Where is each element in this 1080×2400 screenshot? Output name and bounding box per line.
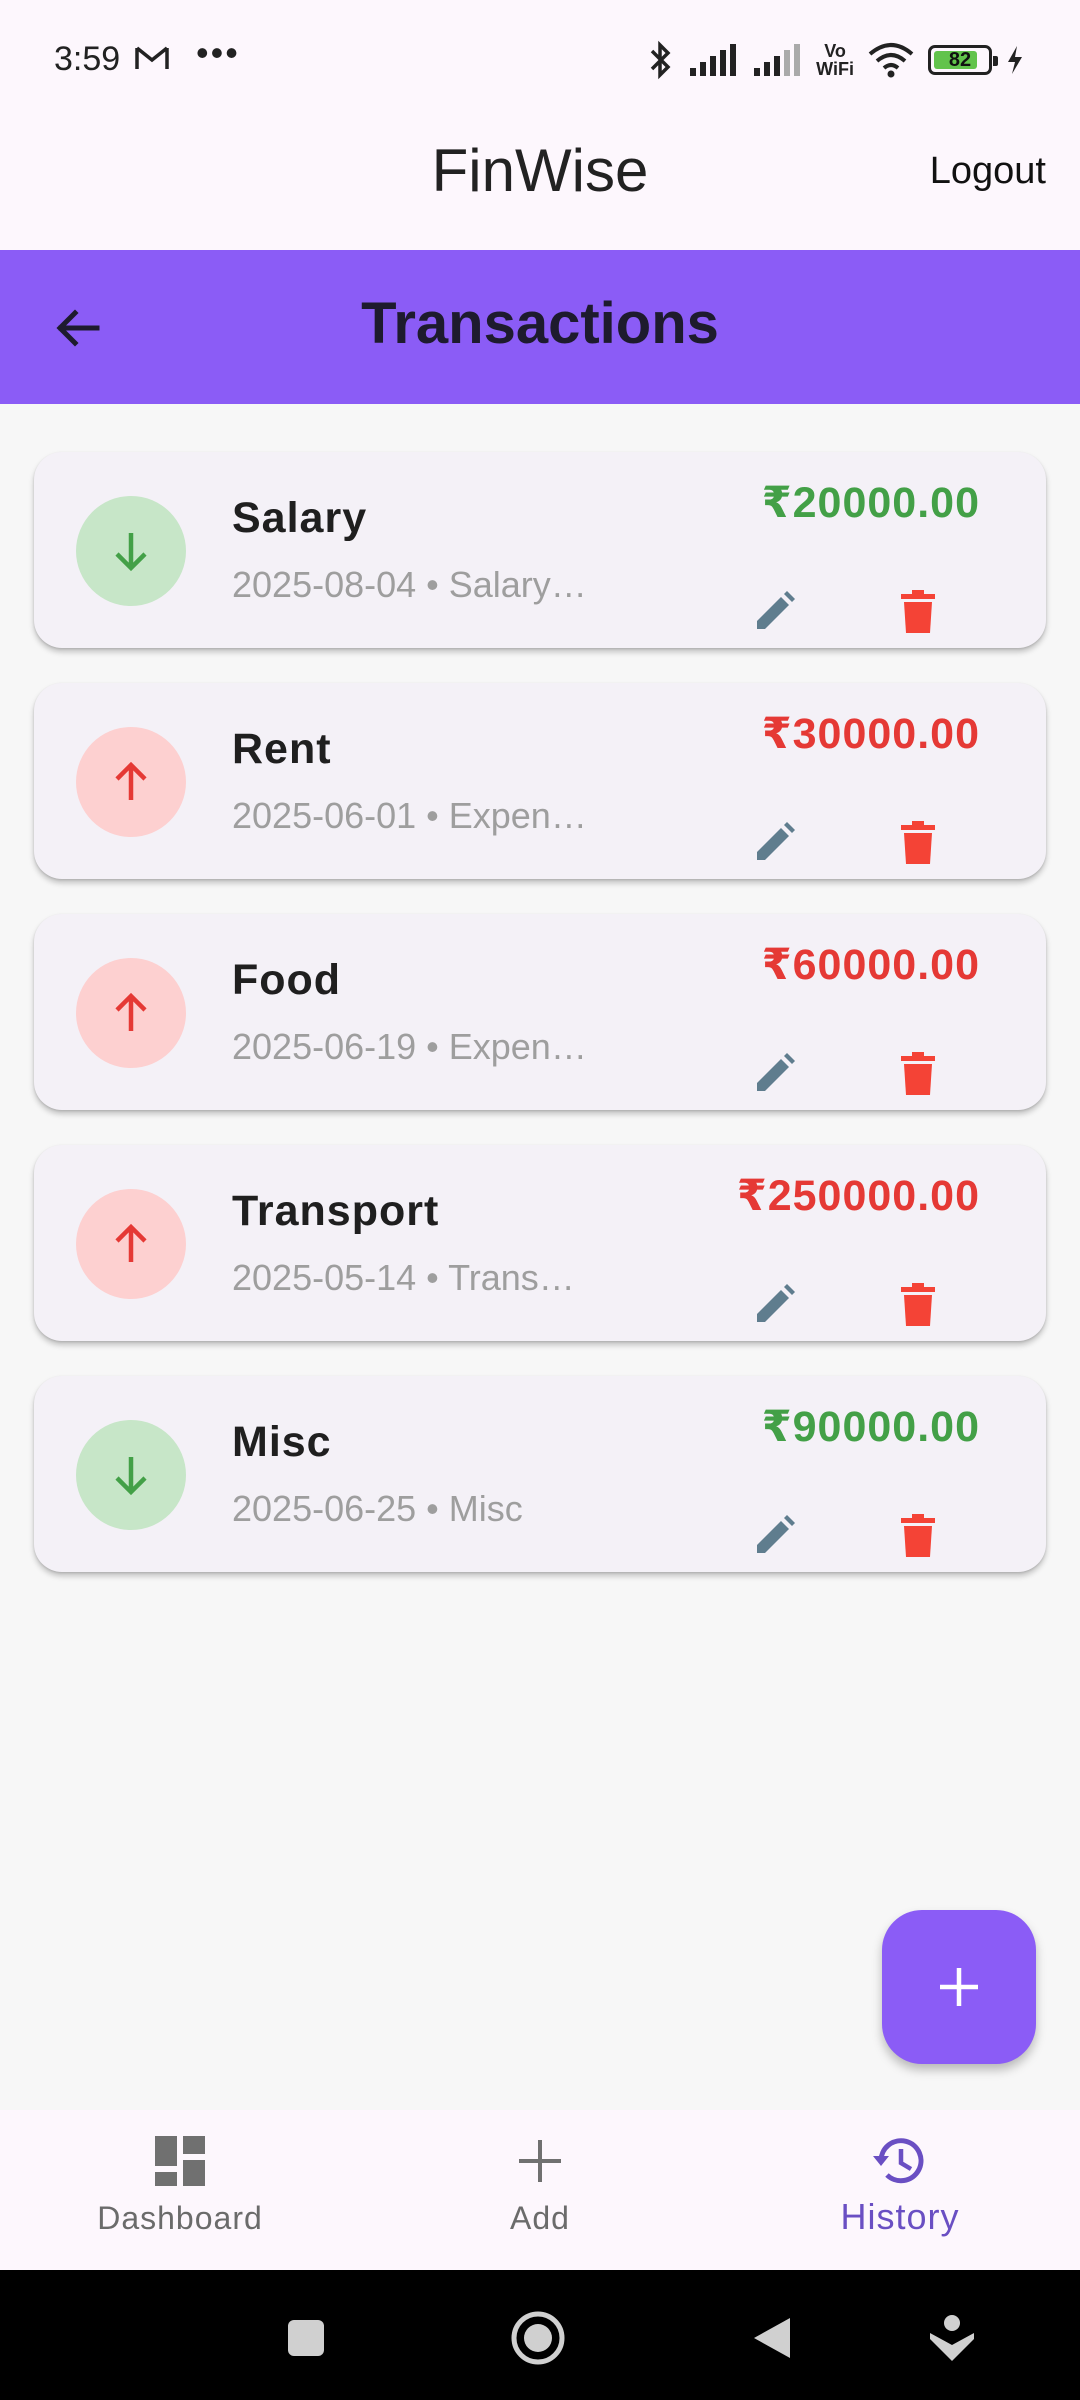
status-time: 3:59 [54,40,121,78]
history-icon [873,2138,924,2184]
back-nav-button[interactable] [742,2308,802,2368]
assistant-icon [930,2315,974,2361]
vowifi-icon: Vo WiFi [816,42,854,78]
plus-icon [940,1968,978,2006]
signal-icon-2 [754,44,801,76]
pencil-icon [757,822,795,860]
transaction-card[interactable]: Misc 2025-06-25 • Misc ₹90000.00 [34,1376,1046,1572]
transaction-title: Food [232,956,342,1004]
arrow-up-icon [115,761,147,800]
nav-label-dashboard: Dashboard [97,2200,263,2236]
add-transaction-fab[interactable] [882,1910,1036,2064]
transaction-subtitle: 2025-08-04 • Salary… [232,564,587,605]
transaction-title: Rent [232,725,332,773]
pencil-icon [757,1284,795,1322]
recents-icon [288,2320,324,2356]
pencil-icon [757,1515,795,1553]
battery-tip [993,56,998,66]
vowifi-top: Vo [824,41,846,61]
expense-badge [76,958,186,1068]
expense-badge [76,727,186,837]
app-bar: FinWise Logout [0,120,1080,250]
transaction-title: Misc [232,1418,332,1466]
system-navigation-bar [0,2270,1080,2400]
transactions-header: Transactions [0,250,1080,404]
nav-label-add: Add [510,2200,570,2236]
nav-label-history: History [840,2196,960,2237]
arrow-down-icon [115,533,147,572]
delete-button[interactable] [888,813,948,873]
wifi-icon [868,43,914,78]
page-title: Transactions [361,291,719,356]
vowifi-bottom: WiFi [816,59,854,79]
pencil-icon [757,1053,795,1091]
charging-icon [1008,46,1022,74]
income-badge [76,496,186,606]
transaction-title: Transport [232,1187,440,1235]
trash-icon [901,1514,935,1557]
battery-level: 82 [948,48,972,71]
more-notifications-icon: ••• [196,32,240,73]
delete-button[interactable] [888,1506,948,1566]
home-icon [511,2311,565,2365]
logout-button[interactable]: Logout [930,150,1046,193]
status-bar: 3:59 ••• Vo WiFi 82 [0,0,1080,120]
nav-item-add[interactable]: Add [390,2134,690,2237]
transaction-amount: ₹60000.00 [761,941,980,989]
arrow-down-icon [115,1457,147,1496]
recents-button[interactable] [276,2308,336,2368]
trash-icon [901,1283,935,1326]
back-triangle-icon [754,2318,790,2358]
transaction-amount: ₹30000.00 [761,710,980,758]
edit-button[interactable] [744,1506,804,1566]
income-badge [76,1420,186,1530]
battery-icon: 82 [928,45,998,75]
transaction-title: Salary [232,494,368,542]
transaction-amount: ₹90000.00 [761,1403,980,1451]
nav-item-history[interactable]: History [750,2134,1050,2238]
edit-button[interactable] [744,1044,804,1104]
transaction-card[interactable]: Transport 2025-05-14 • Trans… ₹250000.00 [34,1145,1046,1341]
transaction-list: Salary 2025-08-04 • Salary… ₹20000.00 Rent 2… [34,452,1046,1607]
trash-icon [901,1052,935,1095]
app-screen: 3:59 ••• Vo WiFi 82 FinWise Logout Trans… [0,0,1080,2400]
dashboard-icon [155,2136,205,2186]
transaction-subtitle: 2025-06-19 • Expen… [232,1026,587,1067]
transaction-amount: ₹20000.00 [761,479,980,527]
transaction-amount: ₹250000.00 [736,1172,980,1220]
transaction-card[interactable]: Rent 2025-06-01 • Expen… ₹30000.00 [34,683,1046,879]
trash-icon [901,821,935,864]
delete-button[interactable] [888,1275,948,1335]
add-icon [519,2140,561,2182]
transaction-subtitle: 2025-06-25 • Misc [232,1488,523,1529]
arrow-up-icon [115,1223,147,1262]
edit-button[interactable] [744,813,804,873]
edit-button[interactable] [744,582,804,642]
expense-badge [76,1189,186,1299]
pencil-icon [757,591,795,629]
status-icons: Vo WiFi 82 [648,38,1024,82]
assistant-button[interactable] [922,2308,982,2368]
transaction-card[interactable]: Salary 2025-08-04 • Salary… ₹20000.00 [34,452,1046,648]
transaction-subtitle: 2025-05-14 • Trans… [232,1257,575,1298]
nav-item-dashboard[interactable]: Dashboard [30,2134,330,2237]
delete-button[interactable] [888,582,948,642]
trash-icon [901,590,935,633]
bluetooth-icon [650,40,671,80]
edit-button[interactable] [744,1275,804,1335]
gmail-icon [135,46,169,69]
arrow-up-icon [115,992,147,1031]
app-title: FinWise [431,137,649,204]
delete-button[interactable] [888,1044,948,1104]
signal-icon [690,44,737,76]
bottom-navigation: Dashboard Add History [0,2110,1080,2270]
home-button[interactable] [508,2308,568,2368]
transaction-subtitle: 2025-06-01 • Expen… [232,795,587,836]
transaction-card[interactable]: Food 2025-06-19 • Expen… ₹60000.00 [34,914,1046,1110]
